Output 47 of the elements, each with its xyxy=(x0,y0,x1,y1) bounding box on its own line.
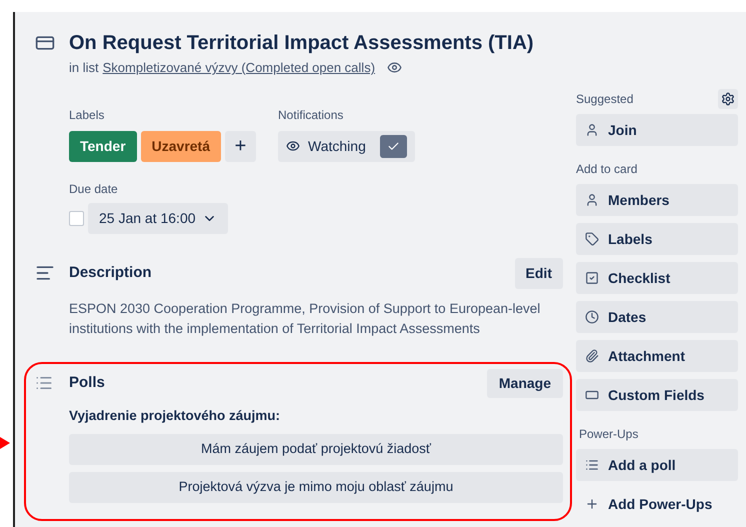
sidebar-button[interactable]: Checklist xyxy=(576,262,738,294)
card-title: On Request Territorial Impact Assessments (TIA) xyxy=(69,31,534,56)
poll-option-button[interactable]: Projektová výzva je mimo moju oblasť záujmu xyxy=(69,472,563,503)
person-icon xyxy=(585,123,599,137)
section-heading: Polls xyxy=(69,372,106,393)
due-date-button[interactable]: 25 Jan at 16:00 xyxy=(88,202,228,234)
sidebar-button[interactable]: Join xyxy=(576,114,738,146)
sidebar-heading: Power-Ups xyxy=(579,426,638,443)
field-icon xyxy=(585,388,599,402)
clock-icon xyxy=(585,310,599,324)
paperclip-icon xyxy=(585,349,599,363)
list-prefix: in list xyxy=(69,59,99,77)
sidebar-heading: Add to card xyxy=(576,161,638,178)
sidebar-button[interactable]: Add Power-Ups xyxy=(576,488,738,520)
tag-icon xyxy=(585,232,599,246)
edit-button[interactable]: Edit xyxy=(514,258,563,288)
person-icon xyxy=(585,193,599,207)
plus-icon xyxy=(585,497,599,511)
sidebar-button[interactable]: Members xyxy=(576,184,738,216)
list-link[interactable]: Skompletizované výzvy (Completed open calls) xyxy=(102,58,376,78)
eye-icon xyxy=(387,60,402,76)
add-label-button[interactable]: + xyxy=(225,130,256,162)
section-label: Notifications xyxy=(278,106,344,124)
due-checkbox[interactable] xyxy=(69,210,84,226)
check-icon xyxy=(386,140,400,152)
section-label: Labels xyxy=(69,106,106,124)
poll-option-button[interactable]: Mám záujem podať projektovú žiadosť xyxy=(69,434,563,465)
sidebar-button[interactable]: Add a poll xyxy=(576,449,738,481)
settings-button[interactable] xyxy=(718,89,738,109)
description-text: ESPON 2030 Cooperation Programme, Provision of Support to European-level institutions with the implementation of Territorial Impact Assessments xyxy=(68,300,542,338)
eye-icon xyxy=(286,139,300,153)
sidebar-button[interactable]: Custom Fields xyxy=(576,379,738,411)
list-icon xyxy=(585,458,599,472)
section-label: Due date xyxy=(69,180,119,198)
poll-question: Vyjadrenie projektového záujmu: xyxy=(68,406,282,425)
label-chip[interactable]: Tender xyxy=(69,130,137,162)
sidebar-button[interactable]: Dates xyxy=(576,301,738,333)
watch-button[interactable]: Watching xyxy=(278,130,415,162)
sidebar-button[interactable]: Attachment xyxy=(576,340,738,372)
label-chip[interactable]: Uzavretá xyxy=(140,130,222,162)
sidebar-button[interactable]: Labels xyxy=(576,223,738,255)
poll-icon xyxy=(35,374,53,392)
sidebar-heading: Suggested xyxy=(576,91,634,108)
checkbox-icon xyxy=(585,271,599,285)
section-heading: Description xyxy=(69,262,153,283)
manage-button[interactable]: Manage xyxy=(486,368,563,398)
annotation-arrow-icon xyxy=(0,437,10,449)
